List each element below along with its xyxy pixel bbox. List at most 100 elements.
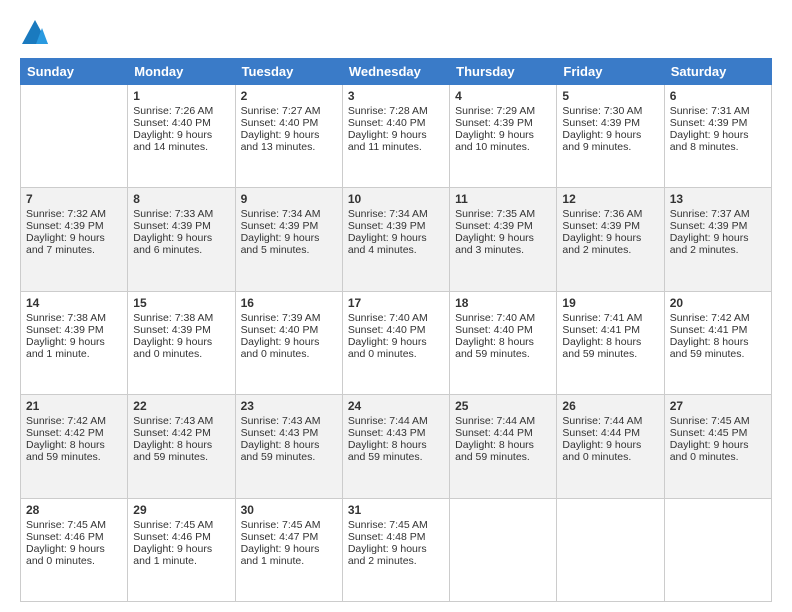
sunrise-text: Sunrise: 7:45 AM xyxy=(348,519,444,531)
sunset-text: Sunset: 4:39 PM xyxy=(562,117,658,129)
day-number: 13 xyxy=(670,192,766,206)
day-number: 23 xyxy=(241,399,337,413)
daylight-text: Daylight: 9 hours and 2 minutes. xyxy=(348,543,444,567)
day-number: 24 xyxy=(348,399,444,413)
sunset-text: Sunset: 4:40 PM xyxy=(241,324,337,336)
sunrise-text: Sunrise: 7:34 AM xyxy=(241,208,337,220)
sunrise-text: Sunrise: 7:38 AM xyxy=(26,312,122,324)
day-number: 20 xyxy=(670,296,766,310)
day-number: 5 xyxy=(562,89,658,103)
sunset-text: Sunset: 4:43 PM xyxy=(348,427,444,439)
day-cell: 18Sunrise: 7:40 AMSunset: 4:40 PMDayligh… xyxy=(450,291,557,394)
sunrise-text: Sunrise: 7:40 AM xyxy=(348,312,444,324)
sunrise-text: Sunrise: 7:43 AM xyxy=(133,415,229,427)
day-cell: 20Sunrise: 7:42 AMSunset: 4:41 PMDayligh… xyxy=(664,291,771,394)
day-number: 31 xyxy=(348,503,444,517)
day-cell: 1Sunrise: 7:26 AMSunset: 4:40 PMDaylight… xyxy=(128,85,235,188)
daylight-text: Daylight: 9 hours and 1 minute. xyxy=(26,336,122,360)
sunset-text: Sunset: 4:39 PM xyxy=(348,220,444,232)
daylight-text: Daylight: 9 hours and 1 minute. xyxy=(241,543,337,567)
day-cell: 26Sunrise: 7:44 AMSunset: 4:44 PMDayligh… xyxy=(557,395,664,498)
week-row-3: 21Sunrise: 7:42 AMSunset: 4:42 PMDayligh… xyxy=(21,395,772,498)
daylight-text: Daylight: 9 hours and 6 minutes. xyxy=(133,232,229,256)
sunset-text: Sunset: 4:39 PM xyxy=(670,117,766,129)
day-number: 10 xyxy=(348,192,444,206)
daylight-text: Daylight: 9 hours and 0 minutes. xyxy=(562,439,658,463)
day-cell: 28Sunrise: 7:45 AMSunset: 4:46 PMDayligh… xyxy=(21,498,128,601)
sunset-text: Sunset: 4:39 PM xyxy=(455,117,551,129)
daylight-text: Daylight: 9 hours and 0 minutes. xyxy=(133,336,229,360)
day-cell: 14Sunrise: 7:38 AMSunset: 4:39 PMDayligh… xyxy=(21,291,128,394)
sunset-text: Sunset: 4:42 PM xyxy=(26,427,122,439)
week-row-0: 1Sunrise: 7:26 AMSunset: 4:40 PMDaylight… xyxy=(21,85,772,188)
day-cell: 3Sunrise: 7:28 AMSunset: 4:40 PMDaylight… xyxy=(342,85,449,188)
daylight-text: Daylight: 8 hours and 59 minutes. xyxy=(26,439,122,463)
sunset-text: Sunset: 4:47 PM xyxy=(241,531,337,543)
day-number: 30 xyxy=(241,503,337,517)
day-cell: 11Sunrise: 7:35 AMSunset: 4:39 PMDayligh… xyxy=(450,188,557,291)
day-cell: 31Sunrise: 7:45 AMSunset: 4:48 PMDayligh… xyxy=(342,498,449,601)
day-cell: 27Sunrise: 7:45 AMSunset: 4:45 PMDayligh… xyxy=(664,395,771,498)
day-number: 7 xyxy=(26,192,122,206)
sunrise-text: Sunrise: 7:33 AM xyxy=(133,208,229,220)
day-number: 26 xyxy=(562,399,658,413)
day-cell: 2Sunrise: 7:27 AMSunset: 4:40 PMDaylight… xyxy=(235,85,342,188)
sunrise-text: Sunrise: 7:36 AM xyxy=(562,208,658,220)
daylight-text: Daylight: 8 hours and 59 minutes. xyxy=(455,336,551,360)
day-number: 8 xyxy=(133,192,229,206)
day-cell: 22Sunrise: 7:43 AMSunset: 4:42 PMDayligh… xyxy=(128,395,235,498)
daylight-text: Daylight: 9 hours and 11 minutes. xyxy=(348,129,444,153)
day-number: 29 xyxy=(133,503,229,517)
logo-icon xyxy=(20,18,50,48)
daylight-text: Daylight: 9 hours and 0 minutes. xyxy=(26,543,122,567)
day-cell: 30Sunrise: 7:45 AMSunset: 4:47 PMDayligh… xyxy=(235,498,342,601)
sunset-text: Sunset: 4:39 PM xyxy=(26,220,122,232)
sunrise-text: Sunrise: 7:34 AM xyxy=(348,208,444,220)
daylight-text: Daylight: 8 hours and 59 minutes. xyxy=(562,336,658,360)
sunrise-text: Sunrise: 7:26 AM xyxy=(133,105,229,117)
sunset-text: Sunset: 4:41 PM xyxy=(670,324,766,336)
sunset-text: Sunset: 4:44 PM xyxy=(455,427,551,439)
day-cell xyxy=(21,85,128,188)
sunset-text: Sunset: 4:39 PM xyxy=(562,220,658,232)
sunrise-text: Sunrise: 7:44 AM xyxy=(455,415,551,427)
daylight-text: Daylight: 9 hours and 2 minutes. xyxy=(670,232,766,256)
day-cell: 5Sunrise: 7:30 AMSunset: 4:39 PMDaylight… xyxy=(557,85,664,188)
day-cell: 23Sunrise: 7:43 AMSunset: 4:43 PMDayligh… xyxy=(235,395,342,498)
day-cell: 15Sunrise: 7:38 AMSunset: 4:39 PMDayligh… xyxy=(128,291,235,394)
calendar-header-row: SundayMondayTuesdayWednesdayThursdayFrid… xyxy=(21,59,772,85)
sunset-text: Sunset: 4:40 PM xyxy=(133,117,229,129)
day-cell: 29Sunrise: 7:45 AMSunset: 4:46 PMDayligh… xyxy=(128,498,235,601)
sunrise-text: Sunrise: 7:41 AM xyxy=(562,312,658,324)
sunset-text: Sunset: 4:42 PM xyxy=(133,427,229,439)
day-cell: 6Sunrise: 7:31 AMSunset: 4:39 PMDaylight… xyxy=(664,85,771,188)
day-cell: 21Sunrise: 7:42 AMSunset: 4:42 PMDayligh… xyxy=(21,395,128,498)
week-row-2: 14Sunrise: 7:38 AMSunset: 4:39 PMDayligh… xyxy=(21,291,772,394)
day-number: 3 xyxy=(348,89,444,103)
sunset-text: Sunset: 4:43 PM xyxy=(241,427,337,439)
daylight-text: Daylight: 9 hours and 7 minutes. xyxy=(26,232,122,256)
day-number: 9 xyxy=(241,192,337,206)
week-row-4: 28Sunrise: 7:45 AMSunset: 4:46 PMDayligh… xyxy=(21,498,772,601)
day-cell: 10Sunrise: 7:34 AMSunset: 4:39 PMDayligh… xyxy=(342,188,449,291)
sunrise-text: Sunrise: 7:40 AM xyxy=(455,312,551,324)
calendar-page: SundayMondayTuesdayWednesdayThursdayFrid… xyxy=(0,0,792,612)
col-header-wednesday: Wednesday xyxy=(342,59,449,85)
sunrise-text: Sunrise: 7:29 AM xyxy=(455,105,551,117)
sunrise-text: Sunrise: 7:27 AM xyxy=(241,105,337,117)
daylight-text: Daylight: 9 hours and 9 minutes. xyxy=(562,129,658,153)
col-header-friday: Friday xyxy=(557,59,664,85)
daylight-text: Daylight: 9 hours and 8 minutes. xyxy=(670,129,766,153)
day-cell: 4Sunrise: 7:29 AMSunset: 4:39 PMDaylight… xyxy=(450,85,557,188)
daylight-text: Daylight: 9 hours and 14 minutes. xyxy=(133,129,229,153)
col-header-sunday: Sunday xyxy=(21,59,128,85)
sunset-text: Sunset: 4:39 PM xyxy=(133,324,229,336)
day-number: 15 xyxy=(133,296,229,310)
sunrise-text: Sunrise: 7:44 AM xyxy=(348,415,444,427)
day-number: 22 xyxy=(133,399,229,413)
sunset-text: Sunset: 4:40 PM xyxy=(348,117,444,129)
daylight-text: Daylight: 8 hours and 59 minutes. xyxy=(670,336,766,360)
day-number: 18 xyxy=(455,296,551,310)
sunset-text: Sunset: 4:41 PM xyxy=(562,324,658,336)
sunrise-text: Sunrise: 7:35 AM xyxy=(455,208,551,220)
